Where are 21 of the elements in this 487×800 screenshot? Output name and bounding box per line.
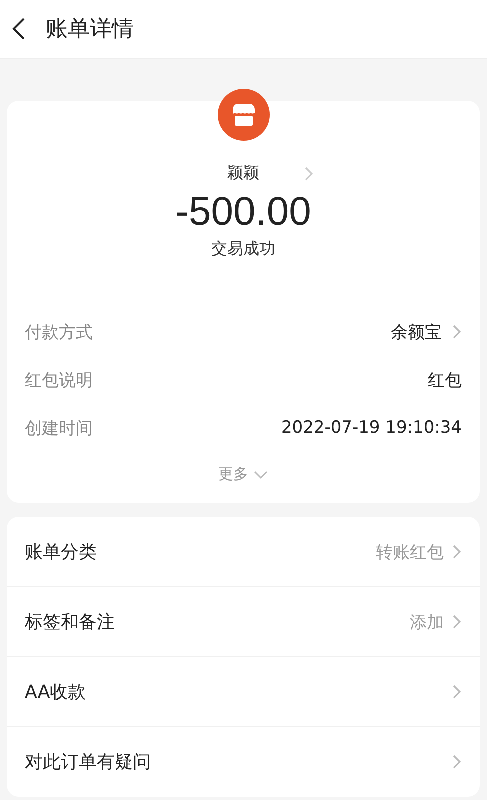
detail-value: 2022-07-19 19:10:34 xyxy=(281,418,462,438)
chevron-right-icon xyxy=(452,754,462,770)
payee-name[interactable]: 颖颖 xyxy=(228,163,260,184)
menu-item[interactable]: 标签和备注 添加 xyxy=(7,587,480,657)
detail-label: 红包说明 xyxy=(25,370,94,392)
detail-value: 余额宝 xyxy=(391,322,442,344)
amount: -500.00 xyxy=(174,190,312,235)
page-title: 账单详情 xyxy=(46,16,134,44)
detail-label: 创建时间 xyxy=(25,418,94,440)
menu-item[interactable]: AA收款 xyxy=(7,657,480,727)
chevron-down-icon xyxy=(252,470,268,480)
transaction-status: 交易成功 xyxy=(210,239,276,260)
detail-value: 红包 xyxy=(428,370,462,392)
chevron-right-icon xyxy=(304,166,314,182)
back-button[interactable] xyxy=(12,17,26,41)
chevron-right-icon xyxy=(452,614,462,630)
chevron-right-icon xyxy=(452,544,462,560)
chevron-right-icon xyxy=(452,684,462,700)
menu-item[interactable]: 账单分类 转账红包 xyxy=(7,517,480,587)
detail-label: 付款方式 xyxy=(25,322,94,344)
menu-item[interactable]: 对此订单有疑问 xyxy=(7,727,480,797)
